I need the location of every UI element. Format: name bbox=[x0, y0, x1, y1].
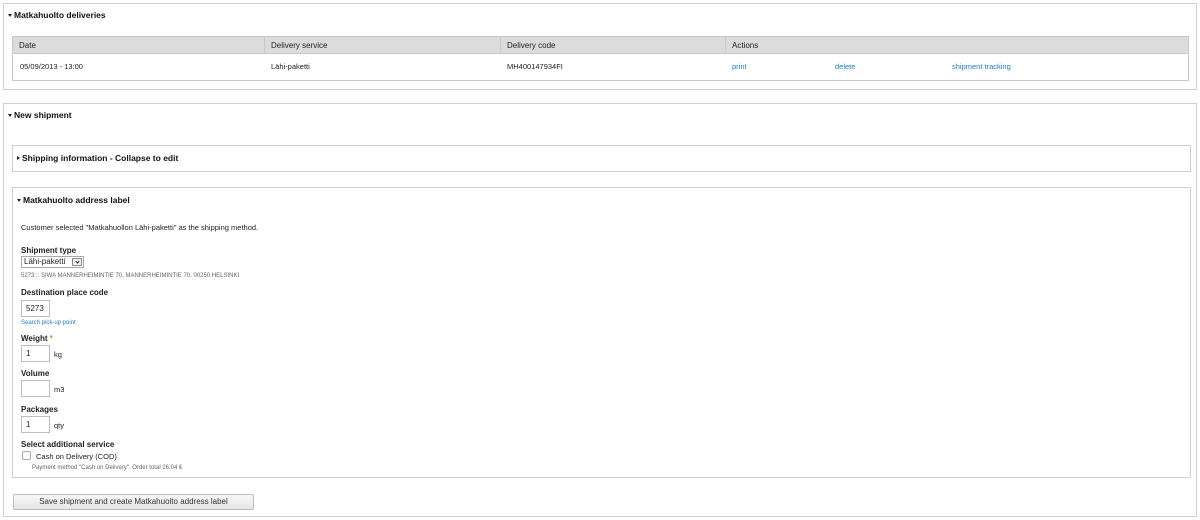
shipment-type-value: Lähi-paketti bbox=[24, 257, 66, 266]
shipment-type-address: 5273 :: SIWA MANNERHEIMINTIE 70, MANNERH… bbox=[21, 273, 240, 279]
deliveries-legend[interactable]: Matkahuolto deliveries bbox=[8, 10, 106, 20]
weight-label: Weight * bbox=[21, 334, 53, 343]
new-shipment-fieldset: New shipment Shipping information - Coll… bbox=[3, 103, 1197, 517]
column-header-date: Date bbox=[19, 41, 36, 50]
address-label-legend[interactable]: Matkahuolto address label bbox=[17, 195, 130, 205]
collapse-arrow-icon bbox=[8, 13, 12, 17]
required-marker: * bbox=[49, 334, 53, 343]
cod-checkbox[interactable] bbox=[22, 451, 31, 460]
cod-payment-note: Payment method "Cash on Delivery". Order… bbox=[32, 465, 183, 471]
volume-unit: m3 bbox=[54, 385, 65, 394]
shipping-info-fieldset: Shipping information - Collapse to edit bbox=[12, 145, 1191, 172]
search-pickup-point-link[interactable]: Search pick-up point bbox=[21, 320, 76, 326]
volume-input[interactable] bbox=[21, 380, 50, 397]
new-shipment-legend[interactable]: New shipment bbox=[8, 110, 72, 120]
weight-label-text: Weight bbox=[21, 334, 48, 343]
shipment-tracking-link[interactable]: shipment tracking bbox=[952, 54, 1011, 80]
chevron-down-icon bbox=[72, 258, 82, 266]
shipping-info-legend[interactable]: Shipping information - Collapse to edit bbox=[17, 153, 178, 163]
save-shipment-button[interactable]: Save shipment and create Matkahuolto add… bbox=[13, 494, 254, 510]
table-row: 05/09/2013 - 13:00 Lähi-paketti MH400147… bbox=[13, 54, 1188, 80]
table-header: Date Delivery service Delivery code Acti… bbox=[13, 37, 1188, 54]
column-header-delivery-code: Delivery code bbox=[500, 37, 725, 54]
deliveries-fieldset: Matkahuolto deliveries Date Delivery ser… bbox=[3, 3, 1197, 90]
deliveries-table: Date Delivery service Delivery code Acti… bbox=[12, 36, 1189, 81]
collapse-arrow-icon bbox=[17, 198, 21, 202]
destination-code-input[interactable]: 5273 bbox=[21, 300, 50, 317]
new-shipment-legend-text: New shipment bbox=[14, 110, 72, 120]
shipment-type-label: Shipment type bbox=[21, 246, 77, 255]
cell-delivery-service: Lähi-paketti bbox=[271, 62, 310, 71]
address-label-legend-text: Matkahuolto address label bbox=[23, 195, 130, 205]
weight-input[interactable]: 1 bbox=[21, 345, 50, 362]
packages-input[interactable]: 1 bbox=[21, 416, 50, 433]
cod-checkbox-label[interactable]: Cash on Delivery (COD) bbox=[36, 452, 117, 461]
delete-link[interactable]: delete bbox=[835, 54, 855, 80]
destination-label: Destination place code bbox=[21, 288, 109, 297]
cell-date: 05/09/2013 - 13:00 bbox=[20, 62, 83, 71]
address-label-fieldset: Matkahuolto address label Customer selec… bbox=[12, 187, 1191, 478]
packages-unit: qty bbox=[54, 421, 65, 430]
print-link[interactable]: print bbox=[732, 54, 747, 80]
column-header-delivery-service: Delivery service bbox=[264, 37, 500, 54]
additional-service-label: Select additional service bbox=[21, 440, 115, 449]
column-header-actions: Actions bbox=[725, 37, 1188, 54]
packages-label: Packages bbox=[21, 405, 58, 414]
expand-arrow-icon bbox=[17, 156, 20, 160]
cell-delivery-code: MH400147934FI bbox=[507, 62, 563, 71]
shipping-info-legend-text: Shipping information - Collapse to edit bbox=[22, 153, 179, 163]
collapse-arrow-icon bbox=[8, 113, 12, 117]
deliveries-legend-text: Matkahuolto deliveries bbox=[14, 10, 106, 20]
weight-unit: kg bbox=[54, 350, 62, 359]
customer-shipping-note: Customer selected "Matkahuollon Lähi-pak… bbox=[21, 223, 259, 232]
volume-label: Volume bbox=[21, 369, 50, 378]
shipment-type-select[interactable]: Lähi-paketti bbox=[21, 256, 84, 268]
